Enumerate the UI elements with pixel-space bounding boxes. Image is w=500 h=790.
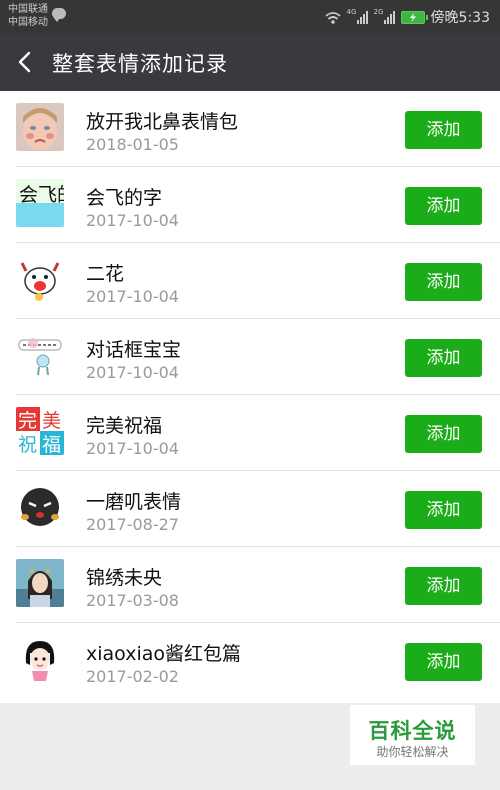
carrier-1: 中国联通 — [8, 4, 48, 15]
record-date: 2017-10-04 — [86, 439, 179, 458]
list-item: 一磨叽表情 2017-08-27 添加 — [0, 471, 500, 547]
add-button[interactable]: 添加 — [405, 491, 482, 529]
signal-sim1-icon: 4G — [346, 8, 368, 24]
watermark-title: 百科全说 — [368, 719, 457, 743]
dialog-baby-thumbnail — [16, 331, 64, 379]
battery-charging-icon — [400, 10, 428, 24]
record-date: 2017-03-08 — [86, 591, 179, 610]
nav-header: 整套表情添加记录 — [0, 34, 500, 91]
record-name: 对话框宝宝 — [86, 339, 182, 361]
list-item: xiaoxiao酱红包篇 2017-02-02 添加 — [0, 623, 500, 699]
record-date: 2017-10-04 — [86, 363, 179, 382]
carrier-2: 中国移动 — [8, 17, 48, 28]
svg-text:美: 美 — [42, 410, 61, 432]
add-button[interactable]: 添加 — [405, 111, 482, 149]
list-item: 放开我北鼻表情包 2018-01-05 添加 — [0, 91, 500, 167]
perfect-blessing-thumbnail: 完美祝福 — [16, 407, 64, 455]
sticker-record-list: 放开我北鼻表情包 2018-01-05 添加 会飞的字 会飞的字 2017-10… — [0, 91, 500, 703]
signal-sim2-icon: 2G — [373, 8, 395, 24]
actress-photo-thumbnail — [16, 559, 64, 607]
list-item: 锦绣未央 2017-03-08 添加 — [0, 547, 500, 623]
cow-cartoon-thumbnail — [16, 255, 64, 303]
watermark-subtitle: 助你轻松解决 — [376, 745, 449, 759]
flying-text-thumbnail: 会飞的字 — [16, 179, 64, 227]
svg-text:完: 完 — [18, 410, 37, 432]
list-item: 会飞的字 会飞的字 2017-10-04 添加 — [0, 167, 500, 243]
back-arrow-icon[interactable] — [14, 50, 38, 74]
watermark-logo: 百科全说 助你轻松解决 — [350, 705, 475, 765]
add-button[interactable]: 添加 — [405, 415, 482, 453]
add-button[interactable]: 添加 — [405, 643, 482, 681]
record-name: 二花 — [86, 263, 125, 285]
svg-text:福: 福 — [42, 434, 61, 455]
add-button[interactable]: 添加 — [405, 567, 482, 605]
record-date: 2017-02-02 — [86, 667, 179, 686]
carrier-labels: 中国联通 中国移动 — [8, 3, 48, 29]
record-date: 2017-10-04 — [86, 287, 179, 306]
dark-ball-face-thumbnail — [16, 483, 64, 531]
record-name: 会飞的字 — [86, 187, 163, 209]
list-item: 二花 2017-10-04 添加 — [0, 243, 500, 319]
record-name: 锦绣未央 — [86, 567, 163, 589]
sim1-network-tag: 4G — [346, 8, 357, 16]
svg-text:祝: 祝 — [18, 434, 37, 455]
list-item: 完美祝福 完美祝福 2017-10-04 添加 — [0, 395, 500, 471]
status-indicators: 4G 2G 傍晚5:33 — [324, 6, 490, 28]
baby-face-thumbnail — [16, 103, 64, 151]
wifi-icon — [324, 10, 341, 24]
record-date: 2017-08-27 — [86, 515, 179, 534]
add-button[interactable]: 添加 — [405, 187, 482, 225]
record-name: 放开我北鼻表情包 — [86, 111, 239, 133]
cartoon-girl-thumbnail — [16, 635, 64, 683]
record-date: 2017-10-04 — [86, 211, 179, 230]
record-name: 完美祝福 — [86, 415, 163, 437]
add-button[interactable]: 添加 — [405, 263, 482, 301]
sim2-network-tag: 2G — [373, 8, 384, 16]
thumb-text-1: 会飞的字 — [19, 184, 64, 206]
record-name: xiaoxiao酱红包篇 — [86, 643, 241, 665]
message-notification-icon — [52, 8, 66, 22]
record-name: 一磨叽表情 — [86, 491, 182, 513]
list-item: 对话框宝宝 2017-10-04 添加 — [0, 319, 500, 395]
page-title: 整套表情添加记录 — [52, 52, 228, 76]
add-button[interactable]: 添加 — [405, 339, 482, 377]
record-date: 2018-01-05 — [86, 135, 179, 154]
status-bar: 中国联通 中国移动 4G 2G 傍晚5:33 — [0, 0, 500, 34]
clock: 傍晚5:33 — [430, 10, 490, 26]
